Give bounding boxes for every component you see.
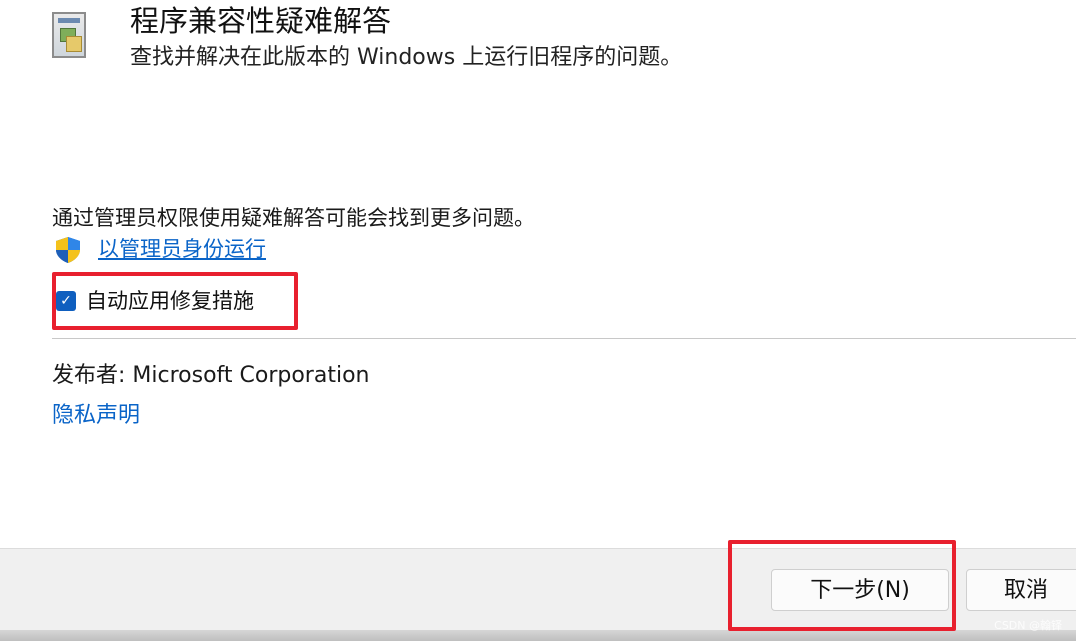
- publisher-text: 发布者: Microsoft Corporation: [52, 363, 370, 388]
- run-as-admin-link[interactable]: 以管理员身份运行: [98, 234, 266, 264]
- footer-edge: [0, 630, 1076, 641]
- uac-shield-icon: [56, 237, 80, 263]
- divider: [52, 338, 1076, 339]
- admin-note: 通过管理员权限使用疑难解答可能会找到更多问题。: [52, 206, 535, 230]
- page-title: 程序兼容性疑难解答: [130, 4, 392, 38]
- program-window-icon: [52, 12, 86, 58]
- privacy-statement-link[interactable]: 隐私声明: [52, 400, 140, 432]
- highlight-box-auto-repair: [52, 272, 298, 330]
- watermark: CSDN @翰铎: [994, 619, 1062, 632]
- cancel-button[interactable]: 取消: [966, 569, 1076, 611]
- icon-titlebar: [58, 18, 80, 23]
- page-subtitle: 查找并解决在此版本的 Windows 上运行旧程序的问题。: [130, 45, 683, 70]
- icon-window-yellow: [66, 36, 82, 52]
- highlight-box-next: [728, 540, 956, 631]
